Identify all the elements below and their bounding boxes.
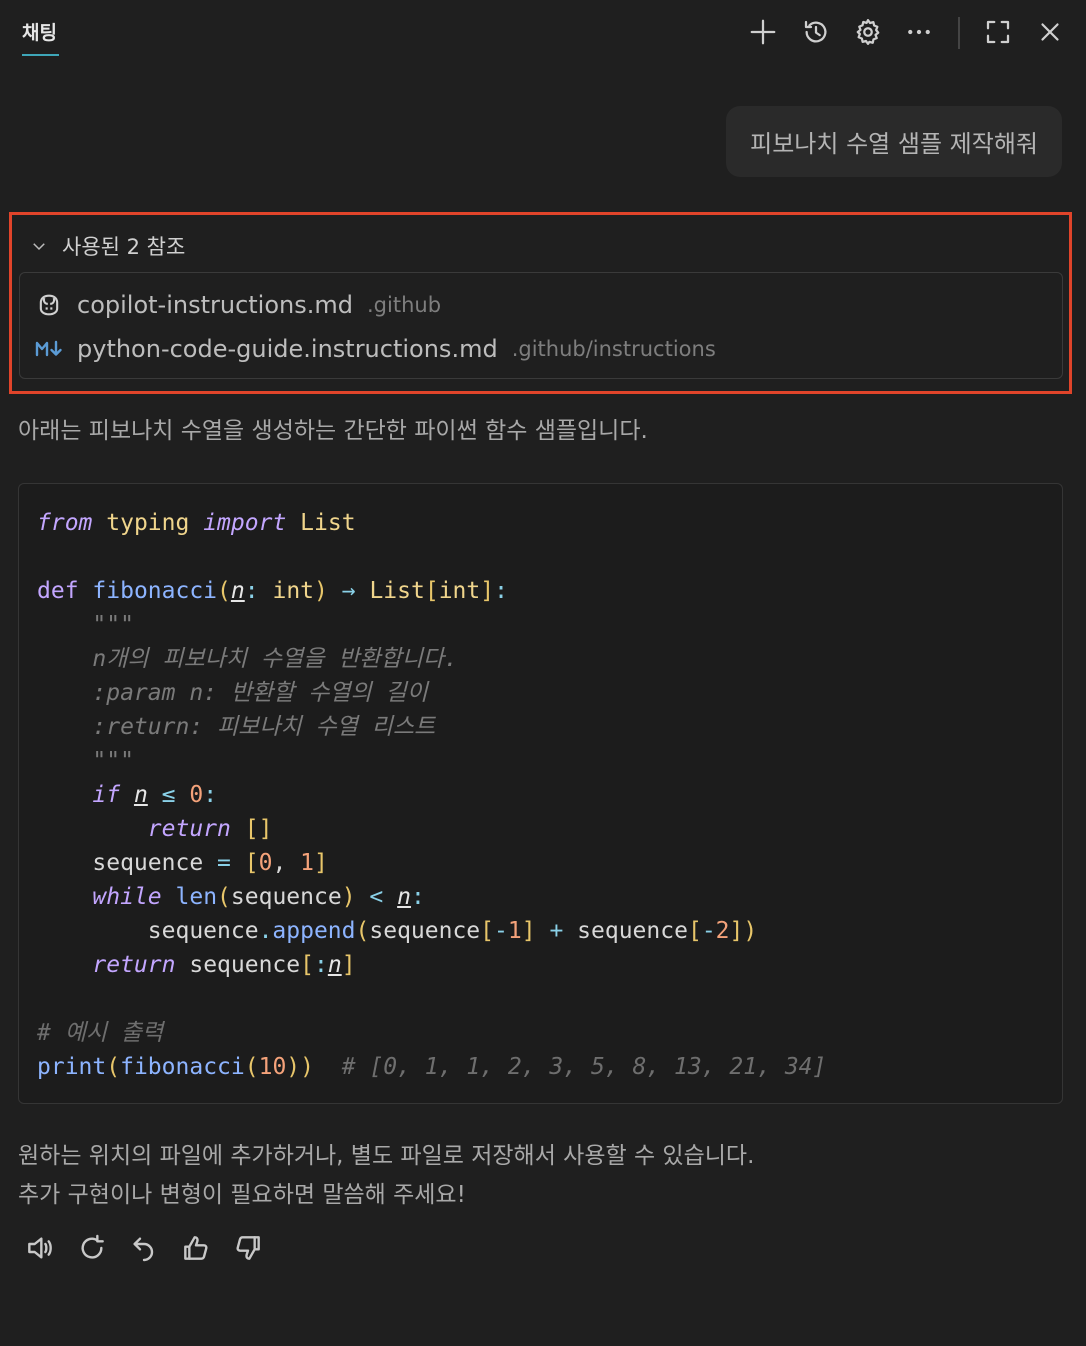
tab-chat-label: 채팅 — [22, 22, 57, 44]
maximize-button[interactable] — [980, 14, 1016, 50]
references-header-label: 사용된 2 참조 — [62, 235, 186, 259]
code-line: def fibonacci(n: int) → List[int]: — [37, 578, 508, 604]
code-line: from typing import List — [37, 510, 356, 536]
copilot-icon — [34, 290, 64, 320]
reference-name: python-code-guide.instructions.md — [77, 335, 498, 363]
user-message-text: 피보나치 수열 샘플 제작해줘 — [750, 130, 1038, 158]
user-message: 피보나치 수열 샘플 제작해줘 — [726, 106, 1062, 177]
chevron-down-icon — [33, 243, 45, 251]
maximize-icon — [986, 20, 1010, 44]
reference-path: .github/instructions — [511, 337, 716, 361]
history-button[interactable] — [798, 14, 834, 50]
code-block: from typing import List def fibonacci(n:… — [18, 483, 1063, 1104]
response-intro: 아래는 피보나치 수열을 생성하는 간단한 파이썬 함수 샘플입니다. — [18, 418, 648, 444]
settings-button[interactable] — [850, 14, 886, 50]
reference-name: copilot-instructions.md — [77, 291, 353, 319]
thumbs-down-icon — [236, 1236, 260, 1260]
close-button[interactable] — [1032, 14, 1068, 50]
gear-icon — [856, 19, 880, 45]
undo-button[interactable] — [124, 1228, 164, 1268]
thumbs-down-button[interactable] — [228, 1228, 268, 1268]
reference-item[interactable]: python-code-guide.instructions.md .githu… — [34, 332, 716, 366]
reference-path: .github — [367, 293, 442, 317]
retry-icon — [81, 1234, 104, 1259]
read-aloud-button[interactable] — [20, 1228, 60, 1268]
references-toggle[interactable]: 사용된 2 참조 — [30, 230, 185, 262]
tab-active-indicator — [22, 54, 59, 56]
close-icon — [1041, 23, 1059, 41]
history-icon — [804, 20, 827, 43]
response-outro-line1: 원하는 위치의 파일에 추가하거나, 별도 파일로 저장해서 사용할 수 있습니… — [18, 1143, 755, 1169]
tab-chat[interactable]: 채팅 — [22, 18, 59, 56]
chat-header: 채팅 — [0, 0, 1086, 66]
code-content: from typing import List def fibonacci(n:… — [37, 510, 827, 1080]
more-icon — [908, 29, 930, 35]
toolbar-divider — [958, 17, 960, 49]
undo-icon — [133, 1237, 154, 1262]
more-button[interactable] — [901, 14, 937, 50]
thumbs-up-button[interactable] — [176, 1228, 216, 1268]
speaker-icon — [28, 1237, 52, 1259]
reference-item[interactable]: copilot-instructions.md .github — [34, 288, 441, 322]
new-chat-button[interactable] — [745, 14, 781, 50]
retry-button[interactable] — [72, 1228, 112, 1268]
references-list: copilot-instructions.md .github python-c… — [19, 272, 1063, 379]
markdown-icon — [34, 334, 64, 364]
plus-icon — [750, 19, 776, 45]
response-outro-line2: 추가 구현이나 변형이 필요하면 말씀해 주세요! — [18, 1182, 466, 1208]
thumbs-up-icon — [184, 1236, 208, 1260]
